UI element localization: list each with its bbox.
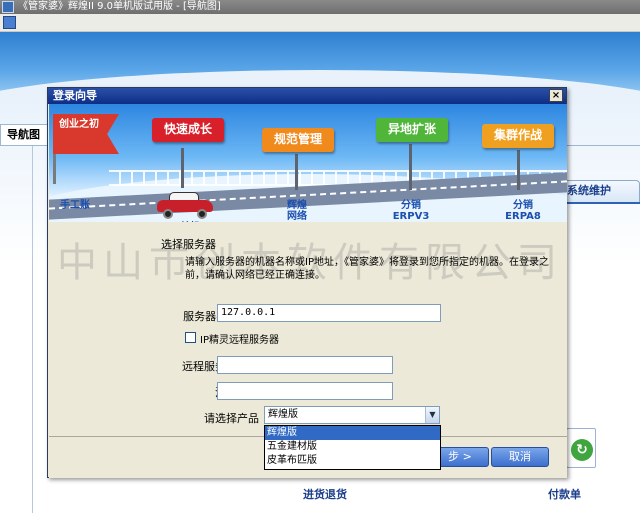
frame-divider bbox=[32, 146, 33, 513]
stage-post bbox=[409, 144, 412, 190]
milestone-manual-ledger: 手工账 bbox=[60, 200, 90, 211]
app-title: 《管家婆》辉煌II 9.0单机版试用版 - [导航图] bbox=[18, 1, 221, 12]
stage-standard-management: 规范管理 bbox=[262, 128, 334, 152]
tab-underline bbox=[560, 202, 640, 204]
stage-post bbox=[181, 148, 184, 188]
server-name-input[interactable]: 127.0.0.1 bbox=[217, 304, 441, 322]
product-select-label: 请选择产品 bbox=[204, 412, 259, 425]
registration-password-input[interactable] bbox=[217, 382, 393, 400]
purchase-return-label[interactable]: 进货退货 bbox=[303, 486, 347, 502]
dialog-title-bar: 登录向导 × bbox=[48, 88, 566, 104]
section-title: 选择服务器 bbox=[161, 238, 216, 251]
red-car-image bbox=[157, 192, 213, 219]
product-dropdown-list: 辉煌版 五金建材版 皮革布匹版 bbox=[264, 425, 441, 470]
app-icon bbox=[2, 1, 14, 13]
payment-label[interactable]: 付款单 bbox=[548, 486, 581, 502]
dialog-title: 登录向导 bbox=[53, 89, 97, 102]
payment-icon[interactable]: ↻ bbox=[566, 428, 596, 468]
car-wheel bbox=[163, 209, 173, 219]
startup-flag: 创业之初 bbox=[53, 114, 119, 154]
cancel-button[interactable]: 取消 bbox=[491, 447, 549, 467]
stage-cluster-operation: 集群作战 bbox=[482, 124, 554, 148]
product-select-value: 辉煌版 bbox=[268, 409, 298, 420]
milestone-brilliant-network: 辉煌 网络 bbox=[287, 200, 307, 222]
stage-rapid-growth: 快速成长 bbox=[152, 118, 224, 142]
product-option[interactable]: 皮革布匹版 bbox=[265, 454, 440, 468]
stage-post bbox=[295, 154, 298, 190]
dialog-close-button[interactable]: × bbox=[549, 89, 563, 102]
remote-server-checkbox-label[interactable]: IP精灵远程服务器 bbox=[200, 331, 279, 346]
toolbar bbox=[0, 14, 640, 32]
app-title-bar: 《管家婆》辉煌II 9.0单机版试用版 - [导航图] bbox=[0, 0, 640, 14]
product-select[interactable]: 辉煌版 ▼ bbox=[264, 406, 440, 424]
refresh-arrow-icon: ↻ bbox=[571, 439, 593, 461]
chevron-down-icon[interactable]: ▼ bbox=[425, 407, 439, 423]
server-settings-panel: 中山市创本软件有限公司 选择服务器 请输入服务器的机器名称或IP地址，《管家婆》… bbox=[49, 222, 567, 436]
car-wheel bbox=[197, 209, 207, 219]
stage-post bbox=[517, 150, 520, 190]
milestone-erp-v3: 分销 ERPV3 bbox=[392, 200, 430, 222]
toolbar-icon[interactable] bbox=[3, 16, 16, 29]
product-option[interactable]: 五金建材版 bbox=[265, 440, 440, 454]
milestone-erp-a8: 分销 ERPA8 bbox=[505, 200, 541, 222]
instruction-text: 请输入服务器的机器名称或IP地址，《管家婆》将登录到您所指定的机器。在登录之前，… bbox=[185, 257, 549, 281]
remote-alias-input[interactable] bbox=[217, 356, 393, 374]
product-option[interactable]: 辉煌版 bbox=[265, 426, 440, 440]
tab-system-maintenance[interactable]: 系统维护 bbox=[560, 180, 640, 202]
remote-server-checkbox[interactable] bbox=[185, 332, 196, 343]
growth-road-banner: 创业之初 快速成长 规范管理 异地扩张 集群作战 手工账 单机 辉煌 网络 分销… bbox=[49, 104, 567, 222]
stage-remote-expansion: 异地扩张 bbox=[376, 118, 448, 142]
